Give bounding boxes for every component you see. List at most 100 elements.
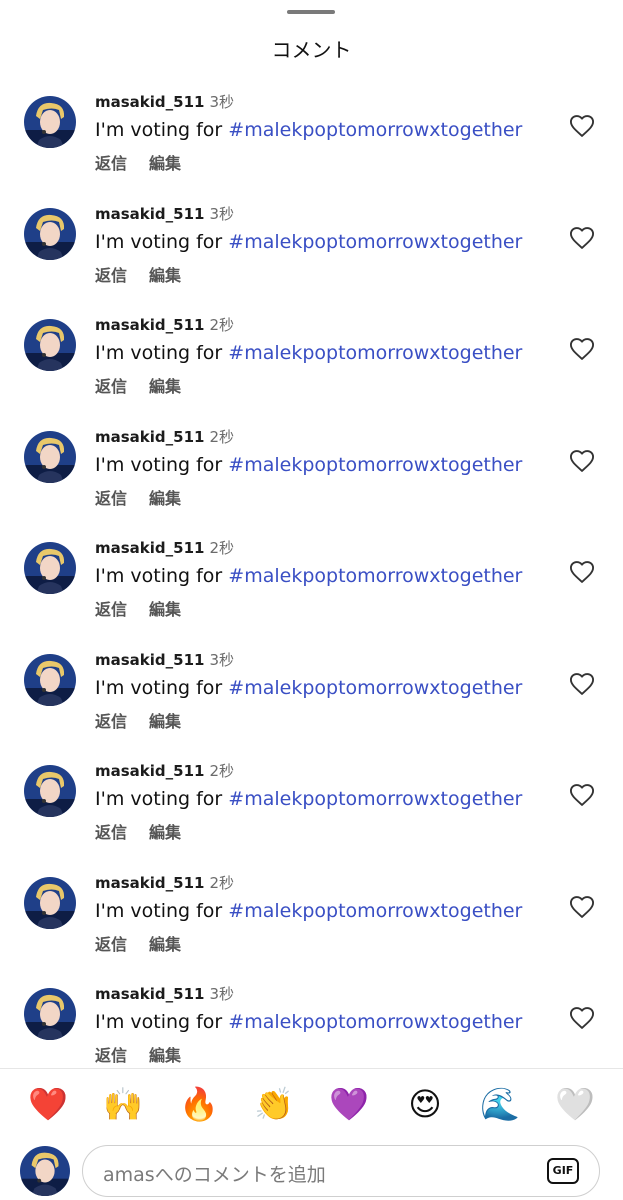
comment-text-prefix: I'm voting for [95,676,229,699]
heart-outline-icon[interactable] [568,670,596,698]
hashtag-link[interactable]: #malekpoptomorrowxtogether [228,231,522,253]
avatar[interactable] [24,96,76,148]
comment-username[interactable]: masakid_511 [95,539,204,557]
hashtag-link[interactable]: #malekpoptomorrowxtogether [228,1011,522,1033]
comment-text: I'm voting for #malekpoptomorrowxtogethe… [95,119,522,141]
comment-timestamp: 2秒 [209,873,235,892]
comment-item: masakid_511 2秒 I'm voting for #malekpopto… [0,751,623,863]
comment-timestamp: 2秒 [209,316,235,334]
comment-item: masakid_511 2秒 I'm voting for #malekpopto… [0,417,623,529]
heart-outline-icon[interactable] [568,558,596,586]
heart-outline-icon[interactable] [568,112,596,140]
avatar[interactable] [24,542,76,594]
comment-text-prefix: I'm voting for [95,453,229,476]
reply-button[interactable]: 返信 [95,154,127,173]
edit-button[interactable]: 編集 [149,1046,181,1065]
edit-button[interactable]: 編集 [149,935,181,954]
hashtag-link[interactable]: #malekpoptomorrowxtogether [228,677,522,699]
reply-button[interactable]: 返信 [95,712,127,731]
edit-button[interactable]: 編集 [149,712,181,731]
comment-input[interactable]: amasへのコメントを追加 [103,1160,326,1187]
comment-meta: masakid_511 2秒 [95,872,234,893]
avatar[interactable] [24,765,76,817]
gif-icon[interactable]: GIF [547,1158,579,1184]
comment-item: masakid_511 3秒 I'm voting for #malekpopto… [0,640,623,752]
edit-button[interactable]: 編集 [149,600,181,619]
comment-username[interactable]: masakid_511 [95,651,204,669]
comment-username[interactable]: masakid_511 [95,316,204,334]
reply-button[interactable]: 返信 [95,377,127,396]
hashtag-link[interactable]: #malekpoptomorrowxtogether [228,454,522,476]
comment-item: masakid_511 3秒 I'm voting for #malekpopto… [0,82,623,194]
comment-text-prefix: I'm voting for [95,119,229,141]
comment-meta: masakid_511 3秒 [95,649,234,670]
hashtag-link[interactable]: #malekpoptomorrowxtogether [228,900,522,922]
avatar-image [24,876,76,929]
emoji-fire[interactable]: 🔥 [177,1082,221,1126]
heart-icon-graphic [569,449,595,472]
hashtag-link[interactable]: #malekpoptomorrowxtogether [228,565,522,587]
comment-text-prefix: I'm voting for [95,899,229,922]
emoji-purple-heart[interactable]: 💜 [327,1082,371,1126]
reply-button[interactable]: 返信 [95,600,127,619]
edit-button[interactable]: 編集 [149,154,181,173]
emoji-clapping-hands[interactable]: 👏 [252,1082,296,1126]
avatar[interactable] [24,988,76,1040]
heart-outline-icon[interactable] [568,447,596,475]
heart-outline-icon[interactable] [568,335,596,363]
heart-outline-icon[interactable] [568,893,596,921]
avatar[interactable] [24,876,76,929]
emoji-water-wave[interactable]: 🌊 [478,1082,522,1126]
comment-username[interactable]: masakid_511 [95,985,204,1003]
comment-username[interactable]: masakid_511 [95,205,204,223]
avatar[interactable] [24,319,76,371]
hashtag-link[interactable]: #malekpoptomorrowxtogether [228,788,522,810]
emoji-raising-hands[interactable]: 🙌 [101,1082,145,1126]
comment-username[interactable]: masakid_511 [95,762,204,780]
avatar-image [24,653,76,706]
edit-button[interactable]: 編集 [149,823,181,842]
comment-timestamp: 2秒 [209,427,235,446]
comment-item: masakid_511 2秒 I'm voting for #malekpopto… [0,305,623,417]
heart-outline-icon[interactable] [568,224,596,252]
composer-avatar [20,1146,70,1196]
emoji-quick-bar: ❤️ 🙌 🔥 👏 💜 😍 🌊 🤍 [0,1082,623,1128]
emoji-heart-eyes[interactable]: 😍 [403,1082,447,1126]
avatar[interactable] [24,430,76,483]
comment-username[interactable]: masakid_511 [95,428,204,446]
heart-outline-icon[interactable] [568,1004,596,1032]
comment-timestamp: 3秒 [209,204,235,223]
avatar[interactable] [24,653,76,706]
comment-composer[interactable]: amasへのコメントを追加 GIF [82,1145,600,1197]
comment-actions: 返信 編集 [95,373,181,397]
comment-actions: 返信 編集 [95,596,181,620]
comment-username[interactable]: masakid_511 [95,93,204,111]
comment-list[interactable]: masakid_511 3秒 I'm voting for #malekpopto… [0,82,623,1067]
reply-button[interactable]: 返信 [95,266,127,285]
reply-button[interactable]: 返信 [95,935,127,954]
comment-text: I'm voting for #malekpoptomorrowxtogethe… [95,454,522,476]
emoji-red-heart[interactable]: ❤️ [26,1082,70,1126]
comment-meta: masakid_511 3秒 [95,91,234,112]
comment-actions: 返信 編集 [95,1042,181,1066]
emoji-white-heart[interactable]: 🤍 [553,1082,597,1126]
hashtag-link[interactable]: #malekpoptomorrowxtogether [228,342,522,364]
heart-icon-graphic [569,115,595,137]
comment-actions: 返信 編集 [95,150,181,174]
reply-button[interactable]: 返信 [95,489,127,508]
sheet-drag-handle[interactable] [287,10,335,14]
reply-button[interactable]: 返信 [95,823,127,842]
reply-button[interactable]: 返信 [95,1046,127,1065]
edit-button[interactable]: 編集 [149,489,181,508]
edit-button[interactable]: 編集 [149,377,181,396]
avatar-image [24,542,76,594]
heart-outline-icon[interactable] [568,781,596,809]
edit-button[interactable]: 編集 [149,266,181,285]
comment-text: I'm voting for #malekpoptomorrowxtogethe… [95,565,522,587]
comment-actions: 返信 編集 [95,485,181,509]
comment-username[interactable]: masakid_511 [95,874,204,892]
comment-meta: masakid_511 3秒 [95,203,234,224]
avatar-image [24,96,76,148]
avatar[interactable] [24,207,76,260]
hashtag-link[interactable]: #malekpoptomorrowxtogether [228,119,522,141]
